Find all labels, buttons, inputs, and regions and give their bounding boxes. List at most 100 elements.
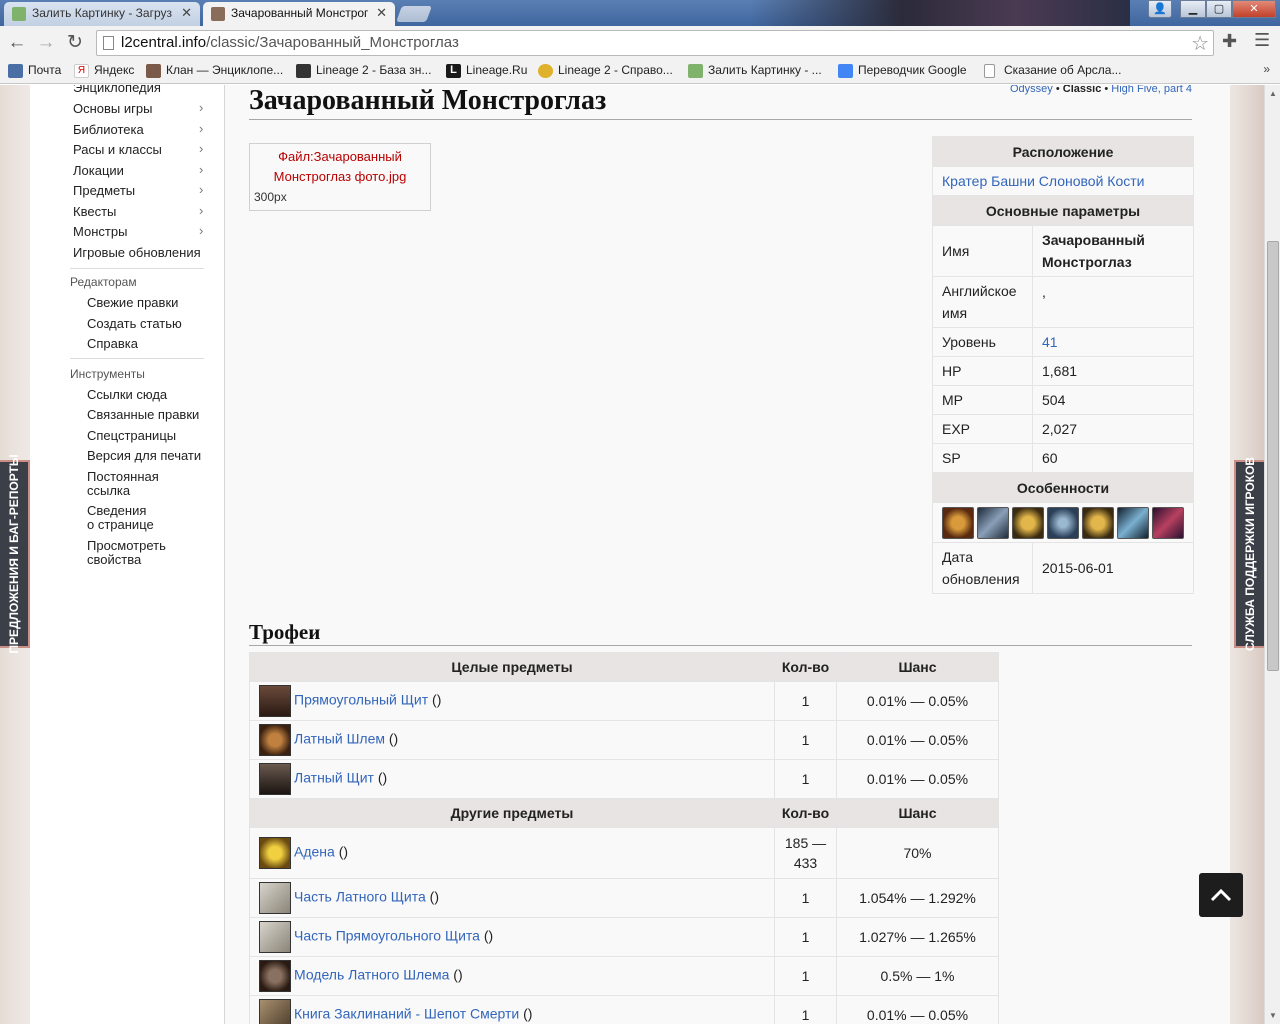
swirl-icon[interactable] (1047, 506, 1079, 539)
lion-10-icon[interactable] (1082, 506, 1114, 539)
level-value[interactable]: 41 (1032, 327, 1194, 357)
maximize-icon[interactable]: ▢ (1206, 0, 1232, 18)
menu-icon[interactable]: ☰ (1254, 30, 1270, 51)
sidebar-link-permanent[interactable]: Постоянная ссылка (87, 470, 159, 498)
shield-icon[interactable] (259, 685, 291, 717)
book-icon[interactable] (259, 999, 291, 1024)
bookmark-star-icon[interactable]: ☆ (1191, 31, 1209, 56)
sidebar-link-recent-changes[interactable]: Свежие правки (87, 296, 178, 310)
sidebar-item-library[interactable]: Библиотека (73, 122, 144, 137)
sp-value: 60 (1032, 443, 1194, 473)
feature-icons-row (932, 502, 1194, 543)
item-link[interactable]: Латный Щит (294, 770, 374, 786)
bookmark-lineage-ru[interactable]: L Lineage.Ru (446, 63, 527, 78)
sword-icon[interactable] (977, 506, 1009, 539)
bookmarks-overflow[interactable]: » (1263, 62, 1270, 76)
sidebar-item-quests[interactable]: Квесты (73, 204, 116, 219)
item-link[interactable]: Модель Латного Шлема (294, 967, 449, 983)
sidebar-item-locations[interactable]: Локации (73, 163, 124, 178)
version-link-highfive[interactable]: High Five, part 4 (1111, 85, 1192, 95)
theme-art (750, 0, 1130, 26)
feedback-tab[interactable]: ПРЕДЛОЖЕНИЯ И БАГ-РЕПОРТЫ (0, 454, 30, 654)
back-icon[interactable]: ← (5, 31, 29, 55)
sidebar-link-special-pages[interactable]: Спецстраницы (87, 429, 176, 443)
bookmark-upload[interactable]: Залить Картинку - ... (688, 63, 822, 78)
mp-value: 504 (1032, 385, 1194, 415)
item-link[interactable]: Адена (294, 844, 335, 860)
l2-base-icon (296, 64, 311, 78)
scroll-to-top-button[interactable] (1199, 873, 1243, 917)
sidebar-item-items[interactable]: Предметы (73, 183, 135, 198)
name-label: Имя (932, 225, 1033, 277)
item-cell: Книга Заклинаний - Шепот Смерти () (249, 995, 775, 1024)
reload-icon[interactable]: ↻ (63, 31, 87, 55)
scroll-icon[interactable] (259, 882, 291, 914)
bookmark-clan[interactable]: Клан — Энциклопе... (146, 63, 283, 78)
plate-shield-icon[interactable] (259, 763, 291, 795)
item-link[interactable]: Книга Заклинаний - Шепот Смерти (294, 1006, 519, 1022)
wave-icon[interactable] (1117, 506, 1149, 539)
scroll-down-icon[interactable]: ▼ (1269, 1011, 1277, 1020)
adena-icon[interactable] (259, 837, 291, 869)
level-link[interactable]: 41 (1042, 334, 1058, 350)
lion-10-icon[interactable] (1012, 506, 1044, 539)
browser-tab-current[interactable]: Зачарованный Монстрог ✕ (203, 2, 395, 26)
close-icon[interactable]: ✕ (181, 5, 192, 21)
page-icon (103, 36, 114, 50)
column-header-chance: Шанс (836, 652, 999, 682)
bookmark-arslan[interactable]: Сказание об Арсла... (984, 63, 1121, 78)
sidebar-link-help[interactable]: Справка (87, 337, 138, 351)
user-icon[interactable]: 👤 (1148, 0, 1172, 18)
count-cell: 1 (774, 720, 837, 760)
item-link[interactable]: Часть Латного Щита (294, 889, 426, 905)
scrollbar-thumb[interactable] (1267, 241, 1279, 671)
face-icon[interactable] (942, 506, 974, 539)
extensions-icon[interactable]: ✚ (1222, 31, 1237, 52)
item-link[interactable]: Прямоугольный Щит (294, 692, 428, 708)
sidebar-item-monsters[interactable]: Монстры (73, 224, 127, 239)
bookmark-l2-ref[interactable]: Lineage 2 - Справо... (538, 63, 673, 78)
table-row: Адена () 185 — 433 70% (249, 827, 999, 879)
location-link-text[interactable]: Кратер Башни Слоновой Кости (942, 173, 1144, 189)
scroll-up-icon[interactable]: ▲ (1269, 89, 1277, 98)
version-link-odyssey[interactable]: Odyssey (1010, 85, 1053, 95)
table-row: Часть Латного Щита () 1 1.054% — 1.292% (249, 878, 999, 918)
sidebar-link-related-changes[interactable]: Связанные правки (87, 408, 199, 422)
url-text[interactable]: l2central.info/classic/Зачарованный_Монс… (121, 34, 459, 51)
sidebar-item-updates[interactable]: Игровые обновления (73, 245, 201, 260)
helmet-icon[interactable] (259, 724, 291, 756)
item-cell: Адена () (249, 827, 775, 879)
sidebar-link-create-article[interactable]: Создать статью (87, 317, 182, 331)
minimize-icon[interactable]: ▁ (1180, 0, 1206, 18)
browser-tab-upload[interactable]: Залить Картинку - Загруз ✕ (4, 2, 200, 26)
support-tab[interactable]: СЛУЖБА ПОДДЕРЖКИ ИГРОКОВ (1234, 456, 1264, 652)
bookmark-translate[interactable]: Переводчик Google (838, 63, 967, 78)
sidebar-link-browse-properties[interactable]: Просмотреть свойства (87, 539, 166, 567)
location-link[interactable]: Кратер Башни Слоновой Кости (932, 166, 1194, 196)
address-bar[interactable]: l2central.info/classic/Зачарованный_Монс… (96, 30, 1214, 56)
forward-icon[interactable]: → (34, 31, 58, 55)
item-link[interactable]: Латный Шлем (294, 731, 385, 747)
sidebar-link-print[interactable]: Версия для печати (87, 449, 201, 463)
sidebar-item-basics[interactable]: Основы игры (73, 101, 152, 116)
pouch-icon[interactable] (259, 960, 291, 992)
count-cell: 1 (774, 917, 837, 957)
item-link[interactable]: Часть Прямоугольного Щита (294, 928, 480, 944)
chevron-right-icon: › (199, 223, 204, 238)
bookmark-yandex[interactable]: Я Яндекс (74, 63, 134, 78)
bookmark-l2-base[interactable]: Lineage 2 - База зн... (296, 63, 431, 78)
bookmark-mail[interactable]: Почта (8, 63, 61, 78)
close-icon[interactable]: ✕ (376, 5, 387, 21)
page-scrollbar[interactable]: ▲ ▼ (1264, 85, 1280, 1024)
sidebar-item-races[interactable]: Расы и классы (73, 142, 162, 157)
support-tab-label: СЛУЖБА ПОДДЕРЖКИ ИГРОКОВ (1243, 456, 1257, 652)
sidebar-item-encyclopedia[interactable]: Энциклопедия (73, 85, 161, 95)
missing-file-link[interactable]: Файл:Зачарованный Монстроглаз фото.jpg (250, 147, 430, 187)
sidebar-link-page-info[interactable]: Сведения о странице (87, 504, 154, 532)
spear-icon[interactable] (1152, 506, 1184, 539)
scroll-icon[interactable] (259, 921, 291, 953)
new-tab-button[interactable] (396, 6, 432, 22)
chance-cell: 70% (836, 827, 999, 879)
sidebar-link-what-links-here[interactable]: Ссылки сюда (87, 388, 167, 402)
window-close-icon[interactable]: ✕ (1232, 0, 1276, 18)
